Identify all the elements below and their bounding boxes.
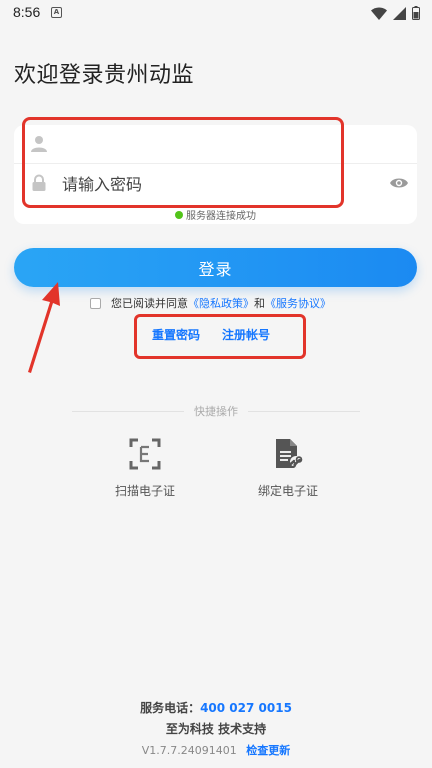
check-update-link[interactable]: 检查更新 bbox=[246, 744, 290, 757]
quick-actions-title: 快捷操作 bbox=[194, 405, 238, 418]
status-time: 8:56 bbox=[13, 4, 41, 20]
scan-icon bbox=[129, 438, 161, 470]
annotation-arrow bbox=[28, 282, 60, 373]
version-text: V1.7.7.24091401 bbox=[141, 744, 237, 757]
divider-line-right bbox=[248, 410, 360, 412]
agreement-row: 您已阅读并同意 《隐私政策》 和 《服务协议》 bbox=[90, 296, 331, 310]
tech-support: 至为科技 技术支持 bbox=[165, 722, 267, 736]
privacy-policy-link[interactable]: 《隐私政策》 bbox=[188, 295, 254, 311]
agreement-and: 和 bbox=[254, 297, 265, 310]
agreement-checkbox[interactable] bbox=[90, 297, 101, 309]
annotation-box-form bbox=[22, 117, 344, 208]
annotation-box-links bbox=[134, 314, 306, 359]
service-agreement-link[interactable]: 《服务协议》 bbox=[265, 295, 331, 311]
agreement-prefix: 您已阅读并同意 bbox=[111, 297, 188, 310]
server-status: 服务器连接成功 bbox=[14, 207, 417, 222]
bind-certificate-action[interactable]: 绑定电子证 bbox=[238, 438, 338, 499]
service-phone: 服务电话：400 027 0015 bbox=[0, 699, 432, 716]
signal-icon bbox=[393, 6, 406, 20]
eye-icon[interactable] bbox=[389, 176, 409, 190]
version-row: V1.7.7.24091401 检查更新 bbox=[0, 742, 432, 758]
phone-label: 服务电话： bbox=[140, 701, 201, 715]
status-bar: 8:56 A bbox=[0, 0, 432, 26]
login-button[interactable]: 登录 bbox=[14, 248, 417, 287]
server-status-text: 服务器连接成功 bbox=[186, 211, 256, 222]
battery-icon bbox=[412, 6, 420, 20]
scan-certificate-action[interactable]: 扫描电子证 bbox=[95, 438, 195, 499]
status-icons bbox=[371, 5, 420, 21]
quick-actions-divider: 快捷操作 bbox=[72, 405, 360, 418]
a-icon: A bbox=[51, 7, 62, 18]
status-dot bbox=[175, 210, 183, 219]
scan-certificate-label: 扫描电子证 bbox=[114, 484, 175, 498]
divider-line-left bbox=[72, 410, 184, 412]
bind-certificate-label: 绑定电子证 bbox=[257, 484, 318, 498]
bind-certificate-icon bbox=[276, 439, 303, 468]
page-title: 欢迎登录贵州动监 bbox=[14, 63, 195, 88]
wifi-icon bbox=[371, 7, 387, 20]
phone-number-link[interactable]: 400 027 0015 bbox=[200, 701, 292, 715]
